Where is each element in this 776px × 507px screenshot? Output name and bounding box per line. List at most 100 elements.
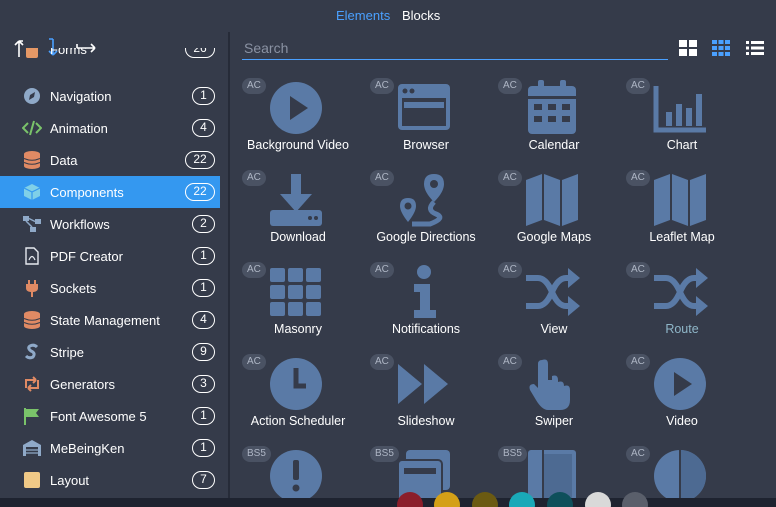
count-badge: 22 <box>185 183 215 201</box>
panel-icon <box>528 450 576 498</box>
sidebar-item-stripe[interactable]: Stripe 9 <box>0 336 220 368</box>
warehouse-icon <box>23 440 41 456</box>
tile-masonry[interactable]: AC Masonry <box>230 254 358 346</box>
chart-icon <box>653 86 706 133</box>
database-icon <box>23 151 41 169</box>
sidebar-item-label: Data <box>50 153 78 168</box>
flow-icon <box>23 216 41 232</box>
database-icon <box>23 311 41 329</box>
large-grid-icon[interactable] <box>679 40 697 56</box>
sidebar-item-pdf-creator[interactable]: PDF Creator 1 <box>0 240 220 272</box>
cards-icon <box>397 450 450 498</box>
clock-icon <box>270 358 322 410</box>
count-badge: 9 <box>192 343 215 361</box>
tile-label: Download <box>270 230 326 244</box>
small-grid-icon[interactable] <box>712 40 730 56</box>
tile-background-video[interactable]: AC Background Video <box>230 70 358 162</box>
tile-slideshow[interactable]: AC Slideshow <box>358 346 486 438</box>
play-circle-icon <box>270 82 322 134</box>
tile-label: Calendar <box>528 138 580 152</box>
count-badge: 2 <box>192 215 215 233</box>
sidebar-item-layout[interactable]: Layout 7 <box>0 464 220 496</box>
tile-label: Notifications <box>391 322 461 336</box>
count-badge: 7 <box>192 471 215 489</box>
tab-elements[interactable]: Elements <box>336 8 390 23</box>
tile-leaflet-map[interactable]: AC Leaflet Map <box>614 162 742 254</box>
sidebar-item-generators[interactable]: Generators 3 <box>0 368 220 400</box>
tile-label: View <box>540 322 568 336</box>
type-badge: AC <box>498 262 522 278</box>
tile-google-maps[interactable]: AC Google Maps <box>486 162 614 254</box>
components-panel: AC Background Video AC Browser AC Calend… <box>230 32 776 498</box>
sidebar-item-font-awesome[interactable]: Font Awesome 5 1 <box>0 400 220 432</box>
tile-cards[interactable]: BS5 <box>358 438 486 498</box>
type-badge: AC <box>242 170 266 186</box>
sidebar-item-label: Generators <box>50 377 116 392</box>
count-badge: 1 <box>192 247 215 265</box>
cube-icon <box>23 184 41 200</box>
flag-icon <box>24 408 39 425</box>
plug-icon <box>26 280 38 297</box>
type-badge: BS5 <box>242 446 271 462</box>
tile-label: Google Maps <box>516 230 592 244</box>
sidebar-item-components[interactable]: Components 22 <box>0 176 220 208</box>
tile-video[interactable]: AC Video <box>614 346 742 438</box>
tile-alert[interactable]: BS5 <box>230 438 358 498</box>
tile-chart[interactable]: AC Chart <box>614 70 742 162</box>
tile-action-scheduler[interactable]: AC Action Scheduler <box>230 346 358 438</box>
shuffle-icon <box>654 268 708 316</box>
tab-blocks[interactable]: Blocks <box>402 8 440 23</box>
count-badge: 1 <box>192 439 215 457</box>
list-icon[interactable] <box>746 40 764 56</box>
type-badge: AC <box>626 170 650 186</box>
sidebar-item-mebeingken[interactable]: MeBeingKen 1 <box>0 432 220 464</box>
sidebar-item-label: MeBeingKen <box>50 441 125 456</box>
count-badge: 22 <box>185 151 215 169</box>
tile-label: Route <box>665 322 699 336</box>
count-badge: 1 <box>192 87 215 105</box>
tile-half-circle[interactable]: AC <box>614 438 742 498</box>
tile-label: Chart <box>666 138 698 152</box>
sidebar-item-animation[interactable]: Animation 4 <box>0 112 220 144</box>
sidebar-item-data[interactable]: Data 22 <box>0 144 220 176</box>
tile-google-directions[interactable]: AC Google Directions <box>358 162 486 254</box>
sidebar-item-forms[interactable]: Forms 26 <box>0 48 220 68</box>
sidebar-item-state-management[interactable]: State Management 4 <box>0 304 220 336</box>
tile-label: Action Scheduler <box>250 414 346 428</box>
tile-browser[interactable]: AC Browser <box>358 70 486 162</box>
type-badge: AC <box>498 354 522 370</box>
search-input[interactable] <box>242 38 668 58</box>
type-badge: BS5 <box>370 446 399 462</box>
alert-icon <box>270 450 322 498</box>
sidebar-item-workflows[interactable]: Workflows 2 <box>0 208 220 240</box>
tile-swiper[interactable]: AC Swiper <box>486 346 614 438</box>
tile-panel[interactable]: BS5 <box>486 438 614 498</box>
tile-notifications[interactable]: AC Notifications <box>358 254 486 346</box>
count-badge: 1 <box>192 407 215 425</box>
sidebar-item-navigation[interactable]: Navigation 1 <box>0 80 220 112</box>
type-badge: AC <box>498 78 522 94</box>
top-bar: Elements Blocks <box>0 0 776 32</box>
count-badge: 1 <box>192 279 215 297</box>
count-badge: 4 <box>192 311 215 329</box>
tile-view[interactable]: AC View <box>486 254 614 346</box>
info-icon <box>414 265 436 318</box>
sidebar-item-label: Sockets <box>50 281 97 296</box>
type-badge: AC <box>370 78 394 94</box>
search-box <box>242 38 668 60</box>
tile-label: Google Directions <box>376 230 476 244</box>
calendar-icon <box>528 80 576 134</box>
sidebar-item-sockets[interactable]: Sockets 1 <box>0 272 220 304</box>
type-badge: AC <box>626 446 650 462</box>
tile-label: Swiper <box>534 414 574 428</box>
square-icon <box>24 472 40 488</box>
type-badge: AC <box>498 170 522 186</box>
tile-download[interactable]: AC Download <box>230 162 358 254</box>
map-icon <box>526 174 578 226</box>
shuffle-icon <box>526 268 580 316</box>
sidebar-item-label: Navigation <box>50 89 112 104</box>
left-panel: Forms 26 Navigation 1 Animation 4 Data 2… <box>0 32 230 498</box>
tile-label: Leaflet Map <box>649 230 715 244</box>
tile-route[interactable]: AC Route <box>614 254 742 346</box>
tile-calendar[interactable]: AC Calendar <box>486 70 614 162</box>
